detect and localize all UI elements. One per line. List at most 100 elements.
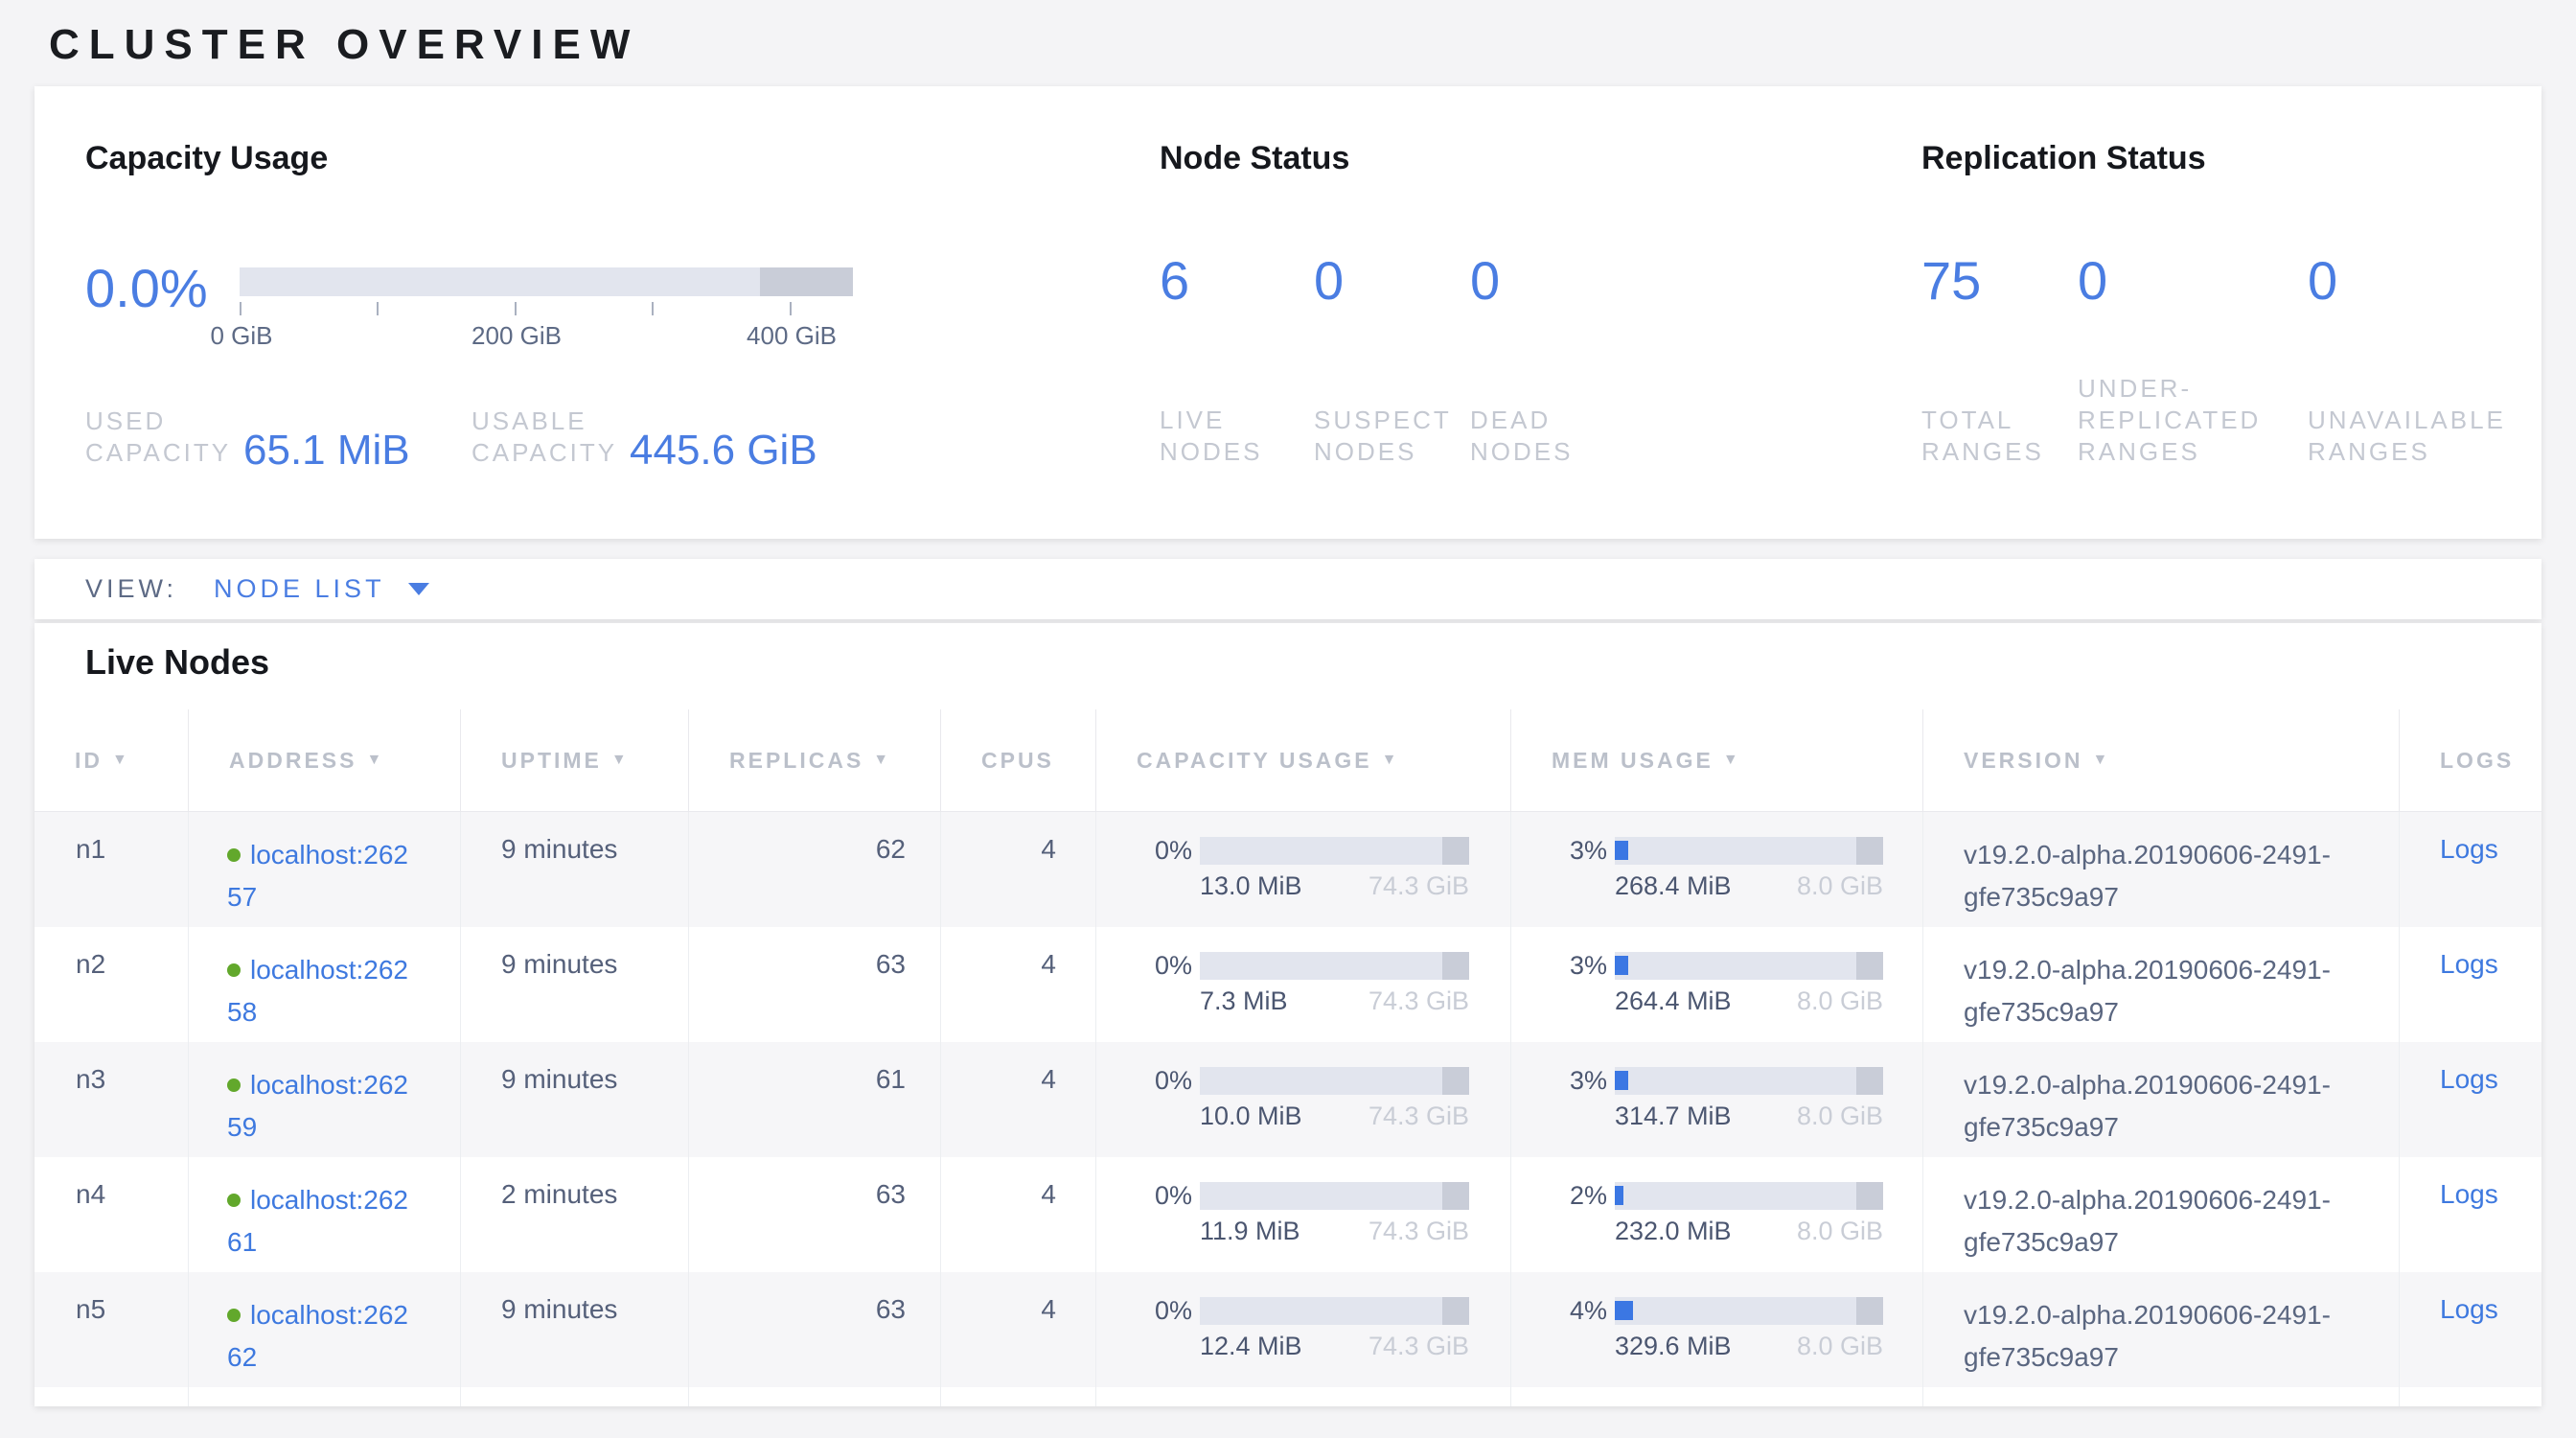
total-ranges-count: 75 <box>1921 249 2065 312</box>
node-replicas: 61 <box>688 1042 940 1157</box>
node-replicas: 63 <box>688 927 940 1042</box>
node-address-link[interactable]: localhost:26259 <box>227 1070 408 1142</box>
mem-used: 329.6 MiB <box>1615 1332 1732 1361</box>
mem-total: 8.0 GiB <box>1797 1332 1883 1361</box>
logs-cell: Logs <box>2399 1157 2542 1272</box>
node-id: n5 <box>34 1272 188 1387</box>
node-id: n2 <box>34 927 188 1042</box>
column-header-cpus: CPUS <box>940 709 1095 812</box>
table-row-clipped <box>34 1387 2542 1406</box>
live-status-icon <box>227 963 241 977</box>
node-address-cell: localhost:26258 <box>188 927 460 1042</box>
used-capacity-stat: USED CAPACITY 65.1 MiB <box>85 406 410 469</box>
mem-bar <box>1615 952 1883 980</box>
mem-percent: 2% <box>1550 1181 1607 1211</box>
mem-total: 8.0 GiB <box>1797 871 1883 901</box>
logs-link[interactable]: Logs <box>2440 1064 2498 1094</box>
logs-link[interactable]: Logs <box>2440 1294 2498 1324</box>
column-header-version[interactable]: VERSION▼ <box>1922 709 2399 812</box>
capacity-percent: 0% <box>1135 1296 1192 1326</box>
node-cpus: 4 <box>940 1042 1095 1157</box>
capacity-axis-ticks <box>240 302 853 315</box>
column-header-uptime[interactable]: UPTIME▼ <box>460 709 688 812</box>
capacity-percent: 0% <box>1135 1181 1192 1211</box>
capacity-usage-cell: 0% 10.0 MiB74.3 GiB <box>1095 1042 1510 1157</box>
cluster-summary-card: Capacity Usage 0.0% 0 GiB 200 GiB 400 Gi… <box>34 86 2542 539</box>
table-row: n3 localhost:26259 9 minutes 61 4 0% 10.… <box>34 1042 2542 1157</box>
column-header-capacity-usage[interactable]: CAPACITY USAGE▼ <box>1095 709 1510 812</box>
mem-bar <box>1615 1182 1883 1210</box>
tick-label-0: 0 GiB <box>210 321 272 351</box>
node-address-cell: localhost:26261 <box>188 1157 460 1272</box>
node-uptime: 9 minutes <box>460 1042 688 1157</box>
mem-used: 268.4 MiB <box>1615 871 1732 901</box>
capacity-bar <box>1200 1182 1469 1210</box>
capacity-total: 74.3 GiB <box>1368 1332 1469 1361</box>
logs-link[interactable]: Logs <box>2440 949 2498 979</box>
capacity-total: 74.3 GiB <box>1368 986 1469 1016</box>
mem-usage-cell: 3% 264.4 MiB 8.0 GiB <box>1510 927 1922 1042</box>
used-capacity-value: 65.1 MiB <box>243 432 410 469</box>
column-header-id[interactable]: ID▼ <box>34 709 188 812</box>
node-version: v19.2.0-alpha.20190606-2491-gfe735c9a97 <box>1922 1272 2399 1387</box>
node-address-link[interactable]: localhost:26258 <box>227 955 408 1027</box>
node-address-link[interactable]: localhost:26261 <box>227 1185 408 1257</box>
capacity-usage-cell: 0% 12.4 MiB74.3 GiB <box>1095 1272 1510 1387</box>
mem-used: 314.7 MiB <box>1615 1102 1732 1131</box>
chevron-down-icon[interactable] <box>408 583 429 595</box>
mem-used: 264.4 MiB <box>1615 986 1732 1016</box>
mem-usage-cell: 2% 232.0 MiB8.0 GiB <box>1510 1157 1922 1272</box>
live-status-icon <box>227 1309 241 1322</box>
tick-label-400: 400 GiB <box>747 321 837 351</box>
capacity-usage-cell: 0% 7.3 MiB74.3 GiB <box>1095 927 1510 1042</box>
table-row: n4 localhost:26261 2 minutes 63 4 0% 11.… <box>34 1157 2542 1272</box>
capacity-percent: 0% <box>1135 836 1192 866</box>
mem-used-marker <box>1615 1071 1628 1090</box>
capacity-bar-nonusable-segment <box>760 267 853 296</box>
logs-link[interactable]: Logs <box>2440 834 2498 864</box>
usable-capacity-label: USABLE CAPACITY <box>472 406 630 469</box>
mem-usage-cell: 4% 329.6 MiB 8.0 GiB <box>1510 1272 1922 1387</box>
view-dropdown[interactable]: NODE LIST <box>214 574 385 604</box>
table-row: n1 localhost:26257 9 minutes 62 4 0% 13.… <box>34 812 2542 927</box>
capacity-usage-cell: 0% 13.0 MiB74.3 GiB <box>1095 812 1510 927</box>
capacity-bar <box>1200 837 1469 865</box>
mem-bar <box>1615 1067 1883 1095</box>
mem-usage-cell: 3% 314.7 MiB8.0 GiB <box>1510 1042 1922 1157</box>
column-header-address[interactable]: ADDRESS▼ <box>188 709 460 812</box>
dead-nodes-count: 0 <box>1470 249 1623 312</box>
capacity-bar <box>1200 952 1469 980</box>
logs-link[interactable]: Logs <box>2440 1179 2498 1209</box>
mem-used-marker <box>1615 1301 1633 1320</box>
table-row: n5 localhost:26262 9 minutes 63 4 0% 12.… <box>34 1272 2542 1387</box>
live-nodes-stat: 6 LIVE NODES <box>1160 249 1284 468</box>
capacity-usage-bar <box>240 267 853 296</box>
node-version: v19.2.0-alpha.20190606-2491-gfe735c9a97 <box>1922 927 2399 1042</box>
suspect-nodes-stat: 0 SUSPECT NODES <box>1314 249 1458 468</box>
column-header-mem-usage[interactable]: MEM USAGE▼ <box>1510 709 1922 812</box>
capacity-bar <box>1200 1297 1469 1325</box>
column-header-replicas[interactable]: REPLICAS▼ <box>688 709 940 812</box>
logs-cell: Logs <box>2399 1272 2542 1387</box>
under-replicated-ranges-stat: 0 UNDER-REPLICATED RANGES <box>2078 249 2293 468</box>
mem-percent: 4% <box>1550 1296 1607 1326</box>
sort-caret-icon: ▼ <box>2093 752 2111 769</box>
mem-total: 8.0 GiB <box>1797 986 1883 1016</box>
node-id: n4 <box>34 1157 188 1272</box>
capacity-usage-percent: 0.0% <box>85 257 208 319</box>
usable-capacity-stat: USABLE CAPACITY 445.6 GiB <box>472 406 817 469</box>
view-selector-bar: VIEW: NODE LIST <box>34 559 2542 619</box>
mem-percent: 3% <box>1550 951 1607 981</box>
capacity-usage-title: Capacity Usage <box>85 140 328 177</box>
capacity-used: 7.3 MiB <box>1200 986 1288 1016</box>
unavailable-ranges-stat: 0 UNAVAILABLE RANGES <box>2308 249 2542 468</box>
total-ranges-label: TOTAL RANGES <box>1921 405 2046 468</box>
unavailable-label: UNAVAILABLE RANGES <box>2308 405 2538 468</box>
total-ranges-stat: 75 TOTAL RANGES <box>1921 249 2065 468</box>
mem-used-marker <box>1615 1186 1623 1205</box>
node-address-link[interactable]: localhost:26257 <box>227 840 408 912</box>
live-status-icon <box>227 1194 241 1207</box>
node-id: n3 <box>34 1042 188 1157</box>
node-address-link[interactable]: localhost:26262 <box>227 1300 408 1372</box>
mem-bar <box>1615 1297 1883 1325</box>
